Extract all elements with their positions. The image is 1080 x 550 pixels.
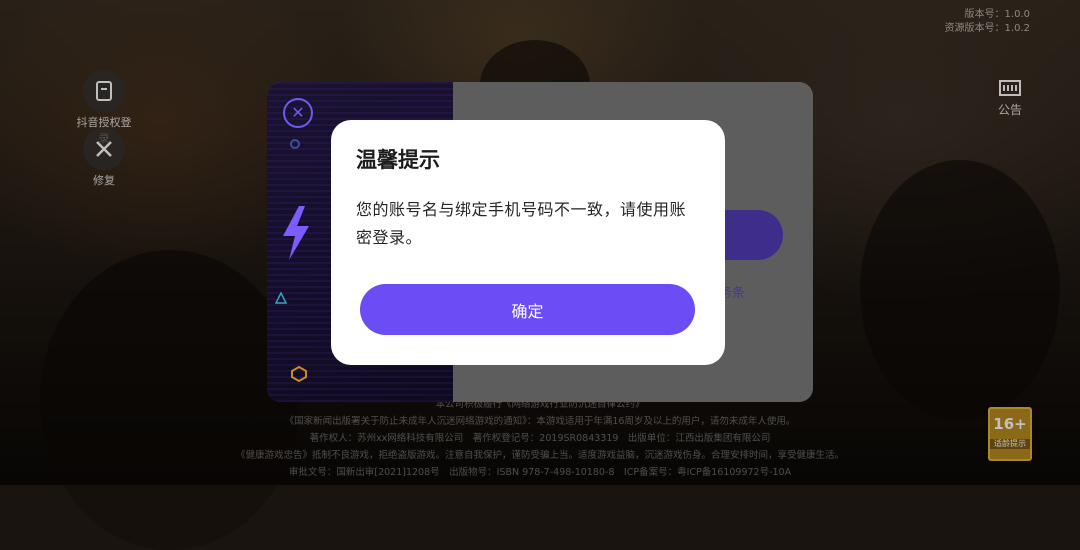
footer-line: 《健康游戏忠告》抵制不良游戏，拒绝盗版游戏。注意自我保护，谨防受骗上当。适度游戏… (235, 450, 844, 461)
tools-icon (83, 128, 125, 170)
notice-button[interactable]: 公告 (998, 80, 1022, 118)
version-info: 版本号：1.0.0 资源版本号：1.0.2 (945, 8, 1030, 36)
lightning-logo-icon (283, 206, 309, 260)
age-rating-label: 适龄提示 (990, 439, 1030, 449)
footer-line: 审批文号：国新出审[2021]1208号 出版物号：ISBN 978-7-498… (288, 467, 792, 478)
footer-line: 著作权人：苏州xx网络科技有限公司 著作权登记号：2019SR0843319 出… (309, 433, 771, 444)
age-rating-value: 16+ (993, 415, 1027, 433)
document-icon (83, 70, 125, 112)
legal-footer: 本公司积极履行《网络游戏行业防沉迷自律公约》 《国家新闻出版署关于防止未成年人沉… (0, 396, 1080, 481)
repair-label: 修复 (93, 174, 115, 187)
repair-button[interactable]: 修复 (72, 128, 136, 188)
close-icon[interactable]: ✕ (283, 98, 313, 128)
notice-label: 公告 (997, 103, 1022, 117)
circle-decor-icon (290, 139, 300, 149)
notice-icon (998, 80, 1021, 96)
age-rating-badge[interactable]: 16+ 适龄提示 (988, 407, 1032, 461)
resource-version: 资源版本号：1.0.2 (944, 23, 1030, 34)
hexagon-decor-icon (291, 366, 307, 382)
confirm-button[interactable]: 确定 (360, 284, 695, 335)
triangle-decor-icon (275, 292, 287, 304)
dialog-title: 温馨提示 (356, 148, 440, 172)
version-number: 版本号：1.0.0 (964, 9, 1030, 20)
tip-dialog: 温馨提示 您的账号名与绑定手机号码不一致，请使用账密登录。 确定 (331, 120, 725, 365)
footer-line: 《国家新闻出版署关于防止未成年人沉迷网络游戏的通知》：本游戏适用于年满16周岁及… (284, 416, 796, 427)
dialog-message: 您的账号名与绑定手机号码不一致，请使用账密登录。 (356, 200, 687, 247)
